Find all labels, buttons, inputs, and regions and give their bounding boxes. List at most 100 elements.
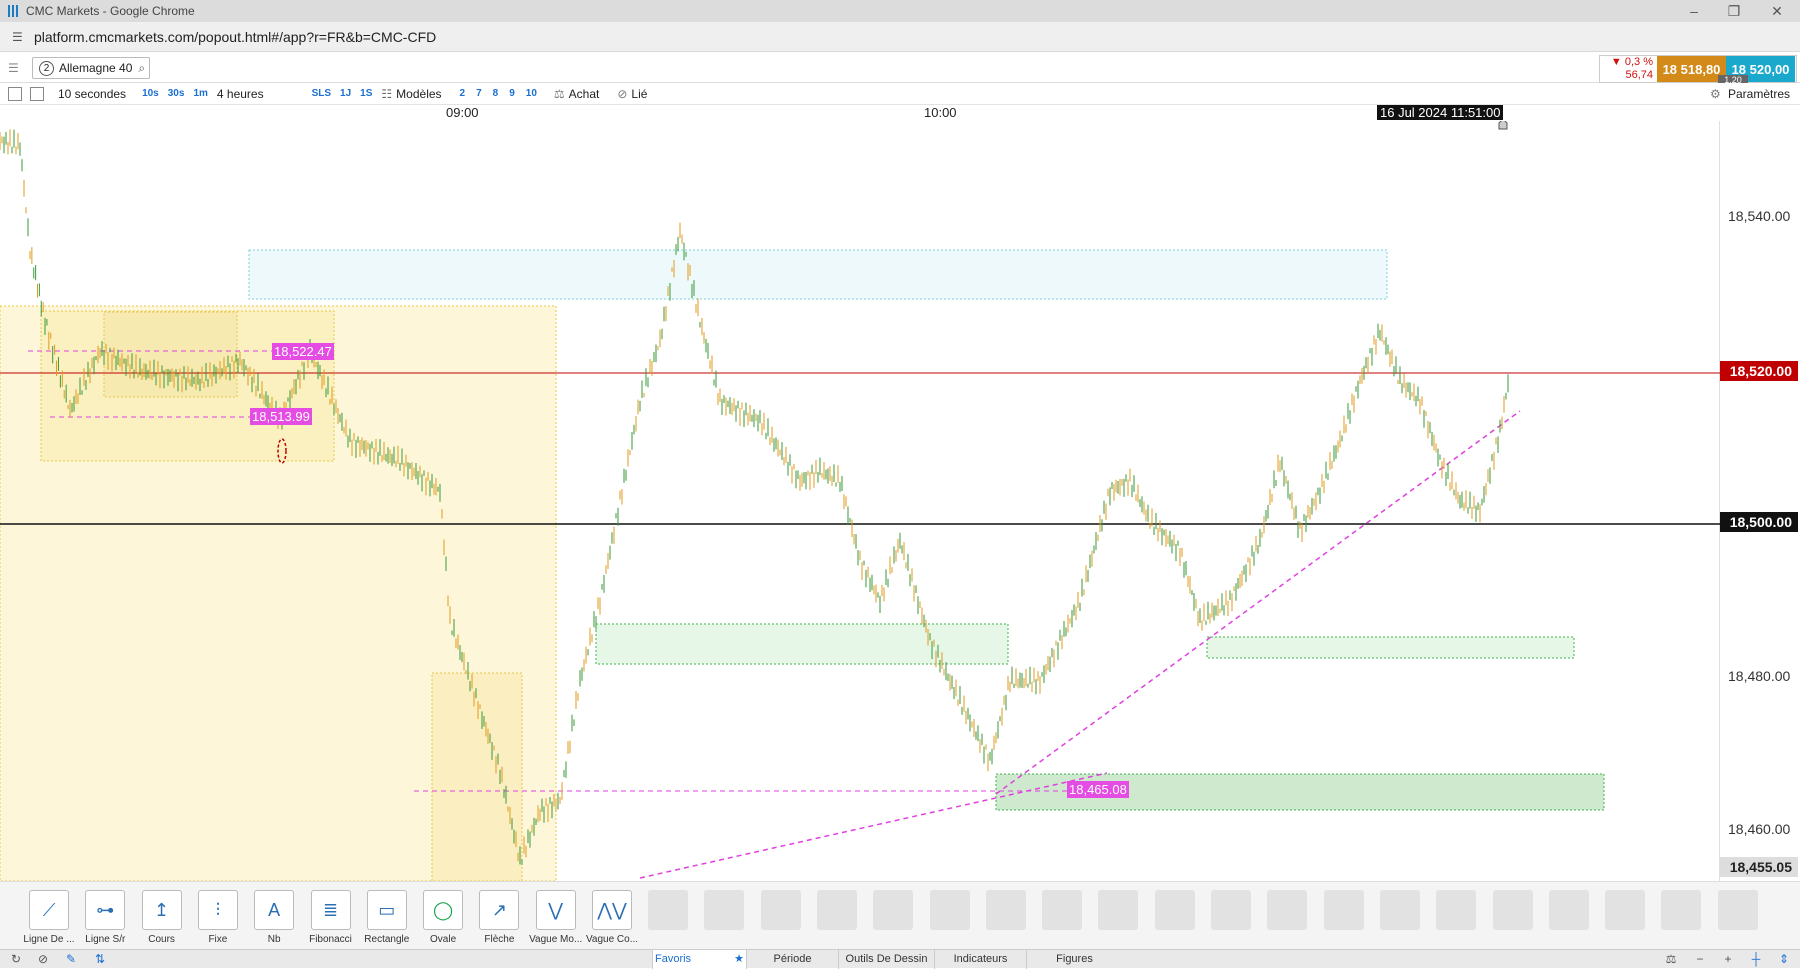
instrument-number: 2 <box>39 60 54 76</box>
time-axis: 09:00 10:00 16 Jul 2024 11:51:00 <box>0 105 1800 121</box>
model-8-button[interactable]: 8 <box>493 88 499 99</box>
tool-label: Fibonacci <box>309 934 352 945</box>
model-7-button[interactable]: 7 <box>476 88 482 99</box>
platform-header: ☰ 2 Allemagne 40 ⌕ ▼ 0,3 % 56,74 18 518,… <box>0 53 1800 83</box>
zone-green-1 <box>595 623 1009 665</box>
tab-indicateurs[interactable]: Indicateurs <box>934 950 1026 969</box>
empty-tool-slot[interactable] <box>816 890 857 930</box>
close-icon[interactable]: ✕ <box>1768 2 1786 20</box>
empty-tool-slot[interactable] <box>985 890 1026 930</box>
url-text[interactable]: platform.cmcmarkets.com/popout.html#/app… <box>34 29 436 45</box>
time-label-1000: 10:00 <box>924 105 957 120</box>
zoom-in-icon[interactable]: + <box>1720 951 1736 967</box>
zone-yellow-inner <box>103 311 238 398</box>
address-bar[interactable]: ☰ platform.cmcmarkets.com/popout.html#/a… <box>0 22 1800 52</box>
model-9-button[interactable]: 9 <box>509 88 515 99</box>
site-info-icon[interactable]: ☰ <box>12 30 26 44</box>
empty-tool-slot[interactable] <box>1042 890 1083 930</box>
tool-label: Rectangle <box>364 934 410 945</box>
chart-type-icon[interactable]: ⚖ <box>1663 951 1679 967</box>
text-icon: A <box>268 899 281 920</box>
window-titlebar: CMC Markets - Google Chrome – ❐ ✕ <box>0 0 1800 22</box>
crosshair-icon[interactable]: ┼ <box>1748 951 1764 967</box>
empty-tool-slot[interactable] <box>704 890 745 930</box>
empty-tool-slot[interactable] <box>1098 890 1139 930</box>
zoom-out-icon[interactable]: − <box>1692 951 1708 967</box>
pencil-icon[interactable]: ✎ <box>63 951 79 967</box>
empty-tool-slot[interactable] <box>1548 890 1589 930</box>
tool-button-text[interactable]: A <box>254 890 295 930</box>
empty-tool-slot[interactable] <box>1211 890 1251 930</box>
period-1j-button[interactable]: 1J <box>340 88 351 99</box>
tab-favoris-label: Favoris <box>655 953 692 965</box>
model-10-button[interactable]: 10 <box>526 88 537 99</box>
empty-tool-slot[interactable] <box>1154 890 1195 930</box>
tab-outils-de-dessin[interactable]: Outils De Dessin <box>838 950 934 969</box>
tool-button-corrective-wave[interactable]: ⋀⋁ <box>592 890 632 930</box>
instrument-selector[interactable]: 2 Allemagne 40 ⌕ <box>32 57 150 79</box>
empty-tool-slot[interactable] <box>1492 890 1533 930</box>
price-tick-18480: 18,480.00 <box>1728 668 1791 684</box>
tool-button-oval[interactable]: ◯ <box>423 890 464 930</box>
tool-button-fibonacci[interactable]: ≣ <box>310 890 351 930</box>
tab-periode[interactable]: Période <box>746 950 838 969</box>
swap-icon[interactable]: ⇅ <box>92 951 108 967</box>
tool-button-arrow[interactable]: ↗ <box>479 890 520 930</box>
price-chart[interactable]: 18,522.47 18,513.99 18,465.08 <box>0 118 1720 882</box>
wave-icon: ⋁ <box>548 899 564 920</box>
minimize-icon[interactable]: – <box>1685 2 1703 20</box>
tool-button-rectangle[interactable]: ▭ <box>366 890 407 930</box>
empty-tool-slot[interactable] <box>1717 890 1758 930</box>
settings-button[interactable]: Paramètres <box>1728 87 1790 101</box>
arrow-icon: ↗ <box>491 899 507 920</box>
refresh-icon[interactable]: ↻ <box>8 951 24 967</box>
empty-tool-slot[interactable] <box>1436 890 1477 930</box>
zone-yellow-bottom <box>431 672 523 882</box>
empty-tool-slot[interactable] <box>1267 890 1308 930</box>
interval-1m-button[interactable]: 1m <box>193 88 207 99</box>
empty-tool-slot[interactable] <box>760 890 801 930</box>
current-price-tag: 18,520.00 <box>1720 361 1798 381</box>
empty-tool-slot[interactable] <box>1379 890 1420 930</box>
empty-tool-slot[interactable] <box>648 890 688 930</box>
model-2-button[interactable]: 2 <box>460 88 466 99</box>
empty-tool-slot[interactable] <box>873 890 914 930</box>
gear-icon[interactable]: ⚙ <box>1710 87 1721 101</box>
layout-icon[interactable] <box>30 86 44 101</box>
empty-tool-slot[interactable] <box>1605 890 1646 930</box>
linked-button[interactable]: Lié <box>631 87 647 101</box>
tab-favoris[interactable]: Favoris ★ <box>652 950 746 969</box>
high-label: 18,522.47 <box>272 343 334 360</box>
restore-icon[interactable]: ❐ <box>1725 2 1743 20</box>
interval-30s-button[interactable]: 30s <box>168 88 185 99</box>
tool-button-fixed[interactable]: ⫶ <box>197 890 238 930</box>
chart-canvas[interactable] <box>0 118 1720 882</box>
empty-tool-slot[interactable] <box>1661 890 1702 930</box>
period-sls-button[interactable]: SLS <box>312 88 331 99</box>
star-icon: ★ <box>734 953 744 965</box>
period-1s-button[interactable]: 1S <box>360 88 372 99</box>
tab-figures[interactable]: Figures <box>1026 950 1122 969</box>
tool-button-line[interactable]: ⟋ <box>29 890 69 930</box>
cursor-time-label: 16 Jul 2024 11:51:00 <box>1377 105 1504 120</box>
interval-select[interactable]: 10 secondes <box>58 87 126 101</box>
price-change: ▼ 0,3 % 56,74 <box>1600 56 1657 82</box>
status-bar: ↻ ⊘ ✎ ⇅ Favoris ★ Période Outils De Dess… <box>0 949 1800 969</box>
buy-mode-button[interactable]: Achat <box>569 87 600 101</box>
fit-icon[interactable]: ⇕ <box>1776 951 1792 967</box>
tool-button-price[interactable]: ↥ <box>141 890 182 930</box>
corrective-wave-icon: ⋀⋁ <box>597 899 627 920</box>
empty-tool-slot[interactable] <box>929 890 970 930</box>
period-select[interactable]: 4 heures <box>217 87 264 101</box>
tool-button-sr-line[interactable]: ⊶ <box>85 890 126 930</box>
models-button[interactable]: Modèles <box>396 87 441 101</box>
cancel-icon[interactable]: ⊘ <box>35 951 51 967</box>
list-icon[interactable] <box>8 86 22 101</box>
interval-10s-button[interactable]: 10s <box>142 88 159 99</box>
search-icon[interactable]: ⌕ <box>138 61 145 76</box>
empty-tool-slot[interactable] <box>1323 890 1364 930</box>
sell-button[interactable]: 18 518,80 <box>1657 56 1726 82</box>
tool-button-wave[interactable]: ⋁ <box>535 890 576 930</box>
menu-icon[interactable]: ☰ <box>8 61 22 75</box>
fibonacci-icon: ≣ <box>322 899 339 920</box>
